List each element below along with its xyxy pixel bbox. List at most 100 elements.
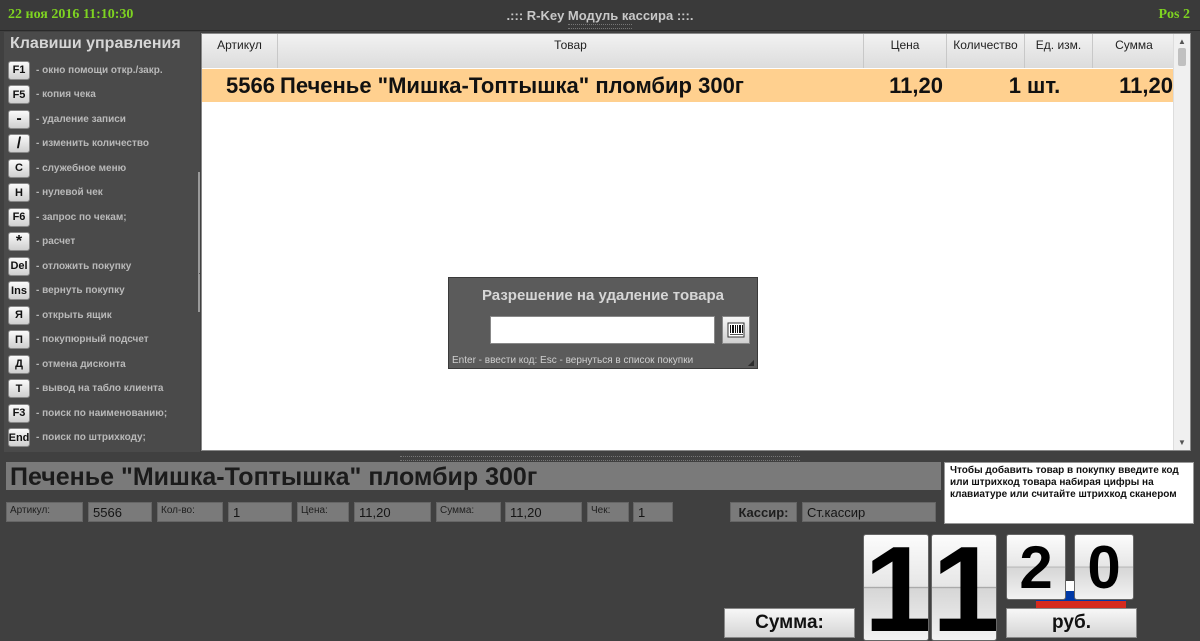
hotkey-row[interactable]: F5 - копия чека (8, 83, 196, 108)
hotkey-key[interactable]: * (8, 232, 30, 252)
receipt-grid: Артикул Товар Цена Количество Ед. изм. С… (201, 33, 1191, 451)
collapse-arrow-icon[interactable]: ◀ (199, 268, 200, 279)
hotkey-desc: - поиск по наименованию; (36, 407, 168, 419)
hotkey-row[interactable]: T - вывод на табло клиента (8, 377, 196, 402)
hotkey-row[interactable]: Д - отмена дисконта (8, 352, 196, 377)
hotkey-desc: - покупюрный подсчет (36, 334, 149, 346)
total-label: Сумма: (724, 608, 855, 638)
barcode-button[interactable] (722, 316, 750, 344)
cell-product: Печенье "Мишка-Топтышка" пломбир 300г (280, 72, 744, 98)
article-value: 5566 (88, 502, 152, 522)
check-value: 1 (633, 502, 673, 522)
grid-header: Артикул Товар Цена Количество Ед. изм. С… (202, 34, 1175, 68)
hotkeys-panel: Клавиши управления F1 - окно помощи откр.… (4, 32, 200, 452)
cell-qty: 1 (1008, 72, 1021, 98)
hotkey-key[interactable]: C (8, 158, 30, 178)
col-header-article[interactable]: Артикул (202, 34, 278, 68)
qty-value: 1 (228, 502, 292, 522)
col-header-price[interactable]: Цена (864, 34, 947, 68)
app-title: .::: R-Key Модуль кассира :::. (506, 8, 694, 23)
col-header-qty[interactable]: Количество (947, 34, 1025, 68)
hotkey-row[interactable]: / - изменить количество (8, 132, 196, 157)
barcode-icon (727, 322, 745, 338)
hotkey-row[interactable]: Del - отложить покупку (8, 254, 196, 279)
hotkey-desc: - отложить покупку (36, 260, 132, 272)
cashier-value: Ст.кассир (802, 502, 936, 522)
sidebar-scrollbar[interactable] (198, 172, 200, 312)
hotkey-key[interactable]: F5 (8, 85, 30, 105)
sum-value: 11,20 (505, 502, 582, 522)
cell-unit: шт. (1027, 72, 1061, 98)
hotkey-desc: - вернуть покупку (36, 285, 125, 297)
hotkey-key[interactable]: F1 (8, 60, 30, 80)
hotkey-key[interactable]: / (8, 134, 30, 154)
help-text: Чтобы добавить товар в покупку введите к… (944, 462, 1194, 524)
dialog-hint: Enter - ввести код: Esc - вернуться в сп… (452, 355, 694, 366)
title-bar: 22 ноя 2016 11:10:30 .::: R-Key Модуль к… (0, 0, 1200, 31)
hotkey-desc: - открыть ящик (36, 309, 112, 321)
article-label: Артикул: (6, 502, 83, 522)
hotkey-row[interactable]: Я - открыть ящик (8, 303, 196, 328)
scroll-thumb[interactable] (1178, 48, 1186, 66)
hotkey-key[interactable]: Я (8, 305, 30, 325)
hotkey-desc: - изменить количество (36, 138, 149, 150)
total-digit: 1 (931, 534, 997, 641)
hotkey-row[interactable]: C - служебное меню (8, 156, 196, 181)
hotkey-desc: - удаление записи (36, 113, 126, 125)
hotkey-key[interactable]: Ins (8, 281, 30, 301)
hotkey-key[interactable]: F6 (8, 207, 30, 227)
hotkey-row[interactable]: End - поиск по штрихкоду; (8, 426, 196, 451)
hotkey-desc: - окно помощи откр./закр. (36, 64, 163, 76)
qty-label: Кол-во: (157, 502, 223, 522)
current-product-name: Печенье "Мишка-Топтышка" пломбир 300г (6, 462, 941, 490)
scroll-up-icon[interactable]: ▲ (1178, 37, 1186, 46)
hotkey-row[interactable]: П - покупюрный подсчет (8, 328, 196, 353)
col-header-unit[interactable]: Ед. изм. (1025, 34, 1093, 68)
hotkey-row[interactable]: H - нулевой чек (8, 181, 196, 206)
dialog-title: Разрешение на удаление товара (482, 287, 724, 304)
hotkey-key[interactable]: H (8, 183, 30, 203)
resize-grip-icon[interactable]: ◢ (748, 358, 754, 367)
table-row[interactable]: 5566 Печенье "Мишка-Топтышка" пломбир 30… (202, 69, 1175, 102)
permission-code-input[interactable] (490, 316, 715, 344)
hotkey-key[interactable]: П (8, 330, 30, 350)
hotkey-desc: - запрос по чекам; (36, 211, 127, 223)
hotkey-list: F1 - окно помощи откр./закр. F5 - копия че… (8, 58, 196, 450)
pos-number: Pos 2 (1158, 7, 1191, 22)
splitter-grip[interactable] (400, 456, 800, 461)
check-label: Чек: (587, 502, 629, 522)
scroll-down-icon[interactable]: ▼ (1178, 438, 1186, 447)
hotkey-row[interactable]: F6 - запрос по чекам; (8, 205, 196, 230)
total-digit: 1 (863, 534, 929, 641)
sum-label: Сумма: (436, 502, 501, 522)
hotkey-key[interactable]: F3 (8, 403, 30, 423)
hotkey-desc: - расчет (36, 236, 76, 248)
hotkey-row[interactable]: F3 - поиск по наименованию; (8, 401, 196, 426)
col-header-sum[interactable]: Сумма (1093, 34, 1175, 68)
hotkey-desc: - служебное меню (36, 162, 127, 174)
hotkey-row[interactable]: F1 - окно помощи откр./закр. (8, 58, 196, 83)
hotkey-row[interactable]: Ins - вернуть покупку (8, 279, 196, 304)
hotkey-desc: - отмена дисконта (36, 358, 126, 370)
hotkey-row[interactable]: -- удаление записи (8, 107, 196, 132)
price-value: 11,20 (354, 502, 431, 522)
cell-sum: 11,20 (1119, 72, 1173, 98)
hotkey-key[interactable]: - (8, 109, 30, 129)
total-digit: 2 (1006, 534, 1066, 600)
cashier-label: Кассир: (730, 502, 797, 522)
hotkeys-title: Клавиши управления (10, 35, 181, 52)
hotkey-row[interactable]: * - расчет (8, 230, 196, 255)
hotkey-desc: - поиск по штрихкоду; (36, 432, 146, 444)
total-digit: 0 (1074, 534, 1134, 600)
splitter-grip[interactable] (568, 24, 632, 29)
grid-scrollbar[interactable]: ▲ ▼ (1173, 34, 1190, 450)
cell-price: 11,20 (889, 72, 943, 98)
hotkey-desc: - вывод на табло клиента (36, 383, 164, 395)
hotkey-key[interactable]: Д (8, 354, 30, 374)
hotkey-key[interactable]: T (8, 379, 30, 399)
hotkey-key[interactable]: End (8, 428, 30, 448)
hotkey-desc: - нулевой чек (36, 187, 103, 199)
price-label: Цена: (297, 502, 349, 522)
hotkey-key[interactable]: Del (8, 256, 30, 276)
col-header-product[interactable]: Товар (278, 34, 864, 68)
